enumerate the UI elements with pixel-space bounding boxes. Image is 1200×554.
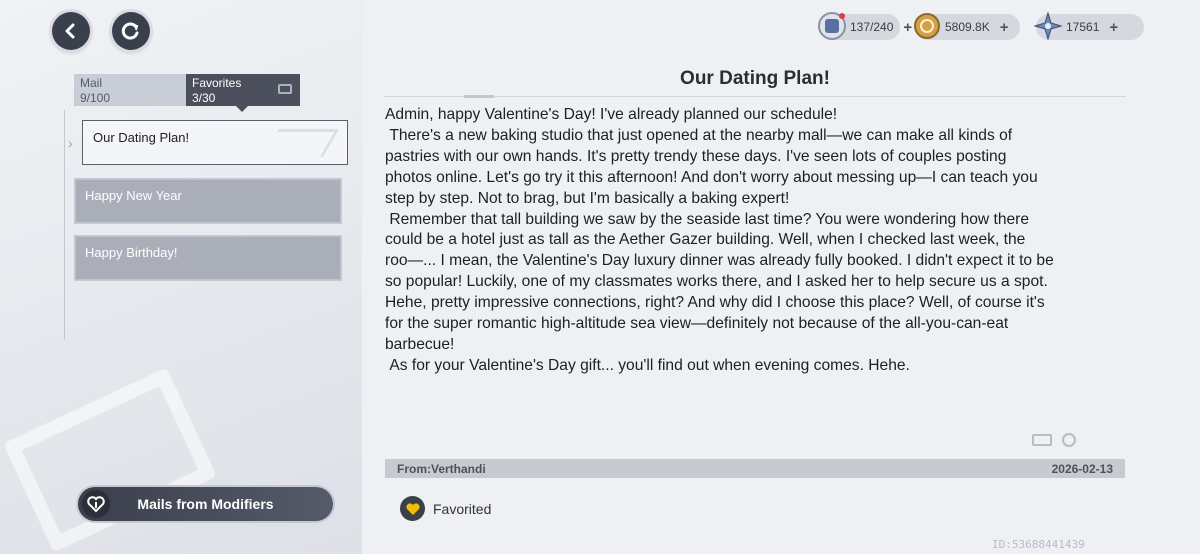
studio-logo-icon: [1062, 433, 1076, 447]
gold-coin-icon: [911, 10, 943, 42]
crystal-star-icon: [1032, 10, 1064, 42]
tab-favorites[interactable]: Favorites 3/30: [186, 74, 300, 112]
refresh-icon: [121, 22, 139, 40]
sender-bar: From:Verthandi 2026-02-13: [385, 459, 1125, 478]
favorite-toggle[interactable]: Favorited: [400, 496, 491, 521]
game-logo-icon: [278, 84, 292, 94]
background-decoration: [3, 367, 217, 553]
list-item[interactable]: Happy New Year: [74, 178, 342, 224]
tab-pointer: [236, 106, 248, 112]
favorited-label: Favorited: [433, 500, 492, 517]
wing-decoration: [262, 129, 340, 157]
sender-name: From:Verthandi: [397, 461, 486, 476]
stamina-icon: [816, 10, 848, 42]
stamina-value: 137/240: [850, 20, 894, 34]
game-logo-icon: [1032, 434, 1052, 446]
mails-from-modifiers-label: Mails from Modifiers: [137, 496, 274, 512]
add-crystal-button[interactable]: +: [1109, 19, 1118, 36]
list-item-label: Happy Birthday!: [85, 245, 178, 260]
mail-body: Admin, happy Valentine's Day! I've alrea…: [385, 106, 1054, 374]
crystal-resource[interactable]: 17561 +: [1033, 11, 1144, 41]
list-item[interactable]: Our Dating Plan!: [82, 120, 348, 165]
mail-tabs: Mail 9/100 Favorites 3/30: [74, 74, 300, 112]
title-divider: [384, 95, 1126, 98]
gold-resource[interactable]: 5809.8K +: [914, 13, 1020, 40]
selection-chevron-icon: ›: [68, 135, 73, 151]
refresh-button[interactable]: [112, 12, 150, 50]
list-item-label: Happy New Year: [85, 188, 182, 203]
tab-mail-label: Mail: [80, 76, 103, 90]
list-item-label: Our Dating Plan!: [93, 130, 190, 145]
tab-mail-count: 9/100: [80, 91, 111, 105]
tab-mail[interactable]: Mail 9/100: [74, 74, 186, 106]
list-item[interactable]: Happy Birthday!: [74, 235, 342, 281]
heart-icon: [400, 496, 425, 521]
stamina-resource[interactable]: 137/240 +: [818, 12, 912, 40]
mails-from-modifiers-button[interactable]: Mails from Modifiers: [78, 487, 333, 521]
mail-title: Our Dating Plan!: [680, 68, 830, 89]
add-gold-button[interactable]: +: [1000, 19, 1009, 36]
gold-value: 5809.8K: [945, 20, 990, 34]
back-arrow-icon: [65, 23, 75, 39]
crystal-value: 17561: [1066, 20, 1100, 34]
heart-emblem-icon: [82, 490, 110, 518]
list-divider: [64, 110, 65, 340]
tab-favorites-label: Favorites: [192, 76, 242, 90]
footer-logos: [1032, 433, 1086, 447]
back-button[interactable]: [52, 12, 90, 50]
mail-date: 2026-02-13: [1051, 461, 1113, 476]
player-id: ID:53688441439: [992, 538, 1085, 551]
